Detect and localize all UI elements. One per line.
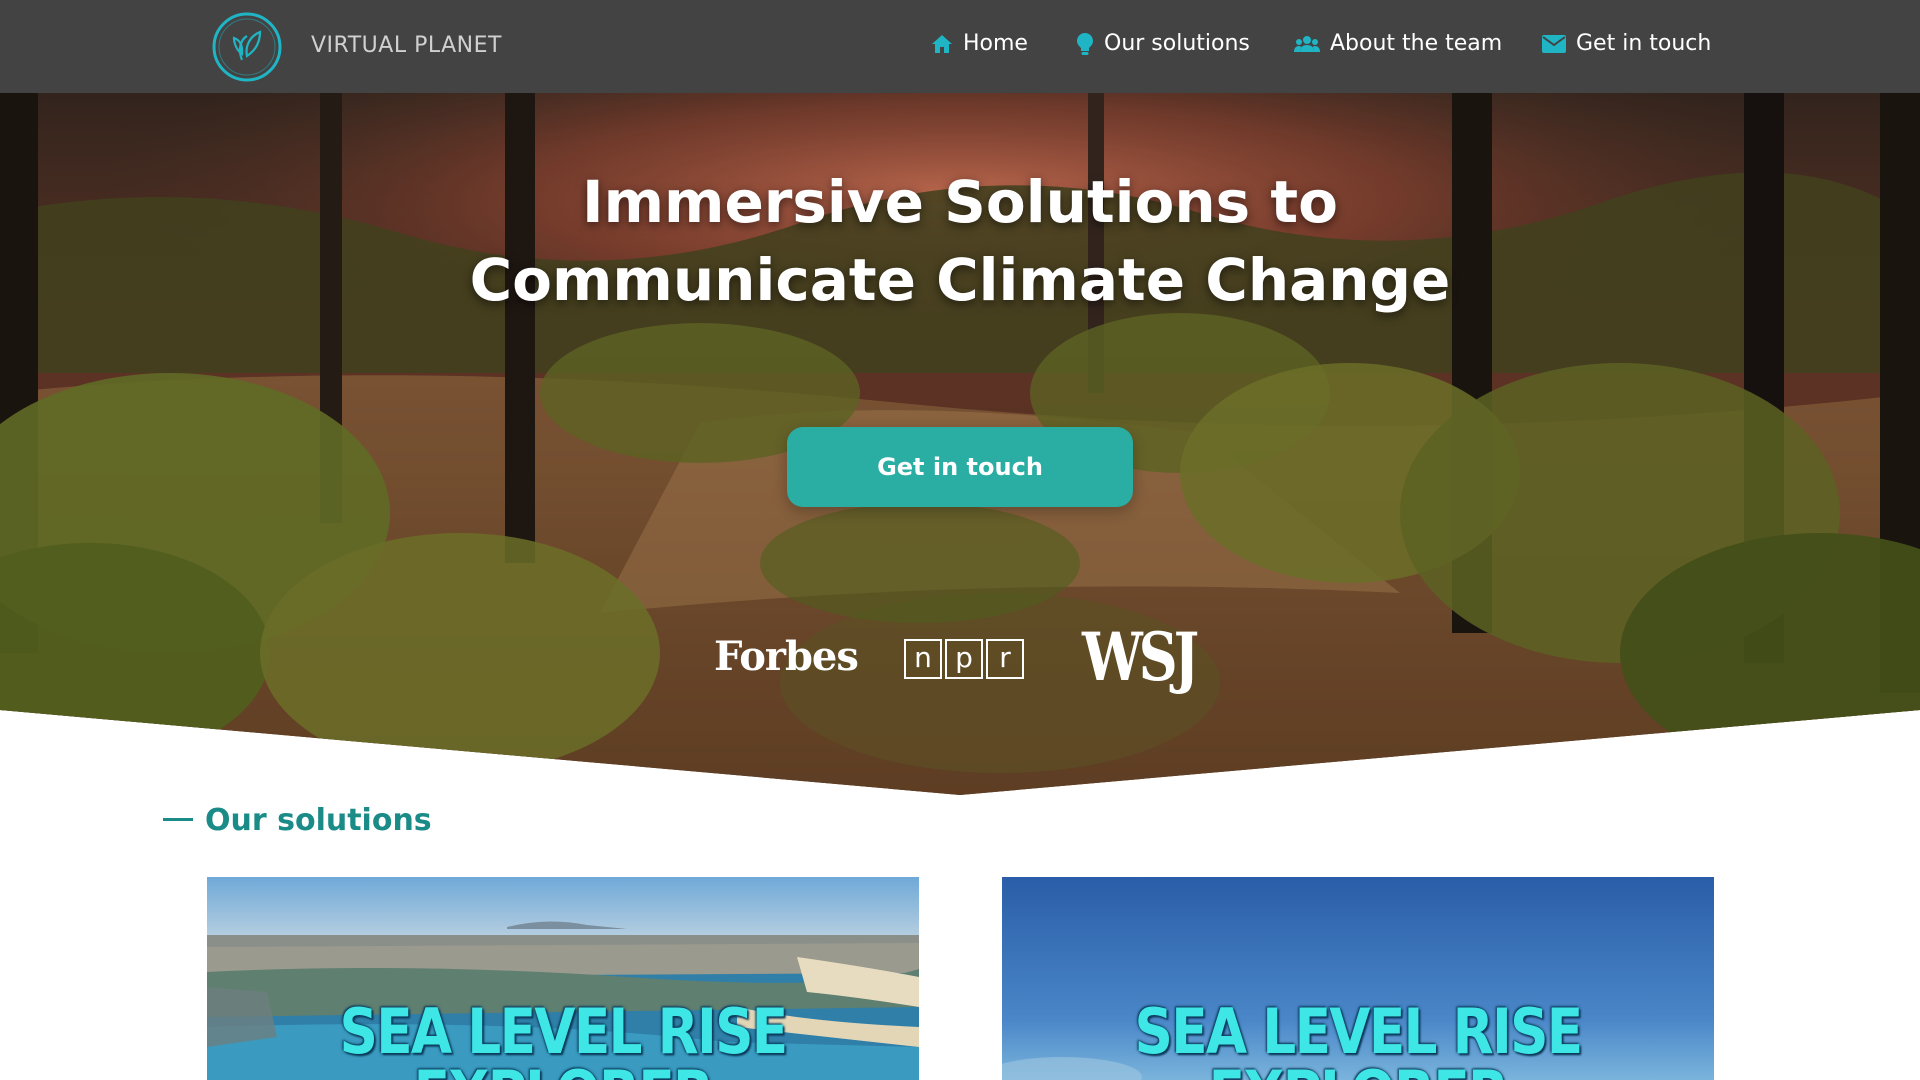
solutions-heading-text: Our solutions (205, 803, 432, 838)
home-icon (932, 34, 952, 53)
nav-get-in-touch[interactable]: Get in touch (1542, 31, 1711, 56)
hero-section: Immersive Solutions to Communicate Clima… (0, 93, 1920, 795)
npr-letter: r (986, 639, 1024, 679)
solutions-heading: Our solutions (163, 803, 432, 838)
card-title-line2: EXPLORER (1052, 1057, 1664, 1080)
team-icon (1294, 35, 1320, 52)
nav-our-solutions[interactable]: Our solutions (1076, 31, 1250, 56)
lightbulb-icon (1077, 32, 1093, 55)
mail-icon (1542, 34, 1566, 53)
npr-logo: n p r (904, 639, 1027, 679)
npr-letter: p (945, 639, 983, 679)
card-title-line2: EXPLORER (257, 1057, 869, 1080)
nav-about-team[interactable]: About the team (1294, 31, 1502, 56)
brand-name[interactable]: VIRTUAL PLANET (311, 33, 502, 58)
npr-letter: n (904, 639, 942, 679)
heading-dash (163, 818, 193, 821)
forbes-logo: Forbes (714, 633, 859, 680)
hero-title-line1: Immersive Solutions to (582, 168, 1338, 236)
nav-about-team-label: About the team (1330, 31, 1503, 56)
solution-card[interactable]: SEA LEVEL RISE EXPLORER (207, 877, 919, 1080)
wsj-logo: WSJ (1082, 618, 1199, 696)
solution-card[interactable]: SEA LEVEL RISE EXPLORER (1002, 877, 1714, 1080)
top-navbar: VIRTUAL PLANET Home Our solutions About … (0, 0, 1920, 93)
nav-get-in-touch-label: Get in touch (1576, 31, 1712, 56)
hero-title: Immersive Solutions to Communicate Clima… (0, 163, 1920, 319)
leaf-logo-icon[interactable] (210, 10, 284, 84)
nav-home[interactable]: Home (931, 31, 1028, 56)
get-in-touch-button[interactable]: Get in touch (787, 427, 1133, 507)
nav-our-solutions-label: Our solutions (1104, 31, 1250, 56)
nav-home-label: Home (963, 31, 1028, 56)
hero-title-line2: Communicate Climate Change (469, 246, 1451, 314)
